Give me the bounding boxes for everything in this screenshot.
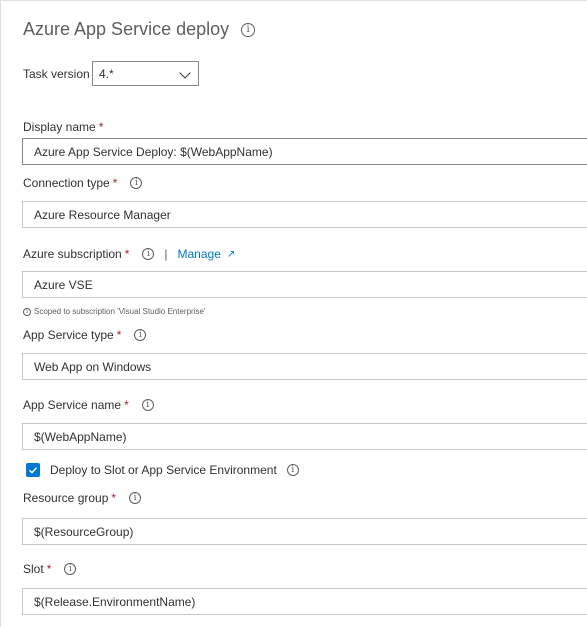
required-marker: * xyxy=(124,247,130,261)
display-name-label: Display name * xyxy=(23,120,104,134)
external-link-icon[interactable]: ↗ xyxy=(227,249,235,260)
display-name-input[interactable]: Azure App Service Deploy: $(WebAppName) xyxy=(22,138,587,165)
info-icon[interactable]: i xyxy=(130,177,143,189)
resource-group-select[interactable]: $(ResourceGroup) xyxy=(22,518,587,545)
deploy-to-slot-checkbox-row[interactable]: Deploy to Slot or App Service Environmen… xyxy=(26,463,299,477)
info-icon[interactable]: i xyxy=(241,22,256,37)
task-version-value: 4.* xyxy=(99,66,114,81)
app-service-name-select[interactable]: $(WebAppName) xyxy=(22,423,587,450)
azure-subscription-select[interactable]: Azure VSE xyxy=(22,271,587,298)
task-settings-panel: Azure App Service deploy i Task version … xyxy=(0,0,587,627)
resource-group-label: Resource group * i xyxy=(23,491,142,505)
required-marker: * xyxy=(111,491,117,505)
connection-type-select[interactable]: Azure Resource Manager xyxy=(22,201,587,228)
deploy-to-slot-checkbox[interactable] xyxy=(26,463,40,477)
slot-select[interactable]: $(Release.EnvironmentName) xyxy=(22,588,587,615)
deploy-to-slot-label: Deploy to Slot or App Service Environmen… xyxy=(50,463,277,477)
required-marker: * xyxy=(124,398,129,412)
app-service-type-label: App Service type * i xyxy=(23,328,147,342)
task-version-label: Task version xyxy=(23,67,90,81)
info-icon[interactable]: i xyxy=(141,399,154,411)
required-marker: * xyxy=(112,176,118,190)
info-icon[interactable]: i xyxy=(64,563,77,575)
info-icon: i xyxy=(23,307,31,316)
chevron-down-icon xyxy=(179,67,191,79)
info-icon[interactable]: i xyxy=(129,492,142,504)
task-version-select[interactable]: 4.* xyxy=(92,61,199,86)
azure-subscription-label: Azure subscription * i | Manage ↗ xyxy=(23,247,236,261)
connection-type-label: Connection type * i xyxy=(23,176,143,190)
required-marker: * xyxy=(116,328,122,342)
manage-link[interactable]: Manage xyxy=(178,247,221,261)
task-title: Azure App Service deploy i xyxy=(23,19,256,40)
checkmark-icon xyxy=(29,467,38,474)
required-marker: * xyxy=(46,562,52,576)
app-service-type-select[interactable]: Web App on Windows xyxy=(22,353,587,380)
info-icon[interactable]: i xyxy=(286,464,299,476)
task-title-text: Azure App Service deploy xyxy=(23,19,230,39)
separator: | xyxy=(164,247,168,261)
info-icon[interactable]: i xyxy=(134,329,147,341)
subscription-scope-hint: i Scoped to subscription 'Visual Studio … xyxy=(23,307,205,316)
required-marker: * xyxy=(98,120,104,134)
slot-label: Slot * i xyxy=(23,562,77,576)
info-icon[interactable]: i xyxy=(142,248,155,260)
app-service-name-label: App Service name * i xyxy=(23,398,154,412)
